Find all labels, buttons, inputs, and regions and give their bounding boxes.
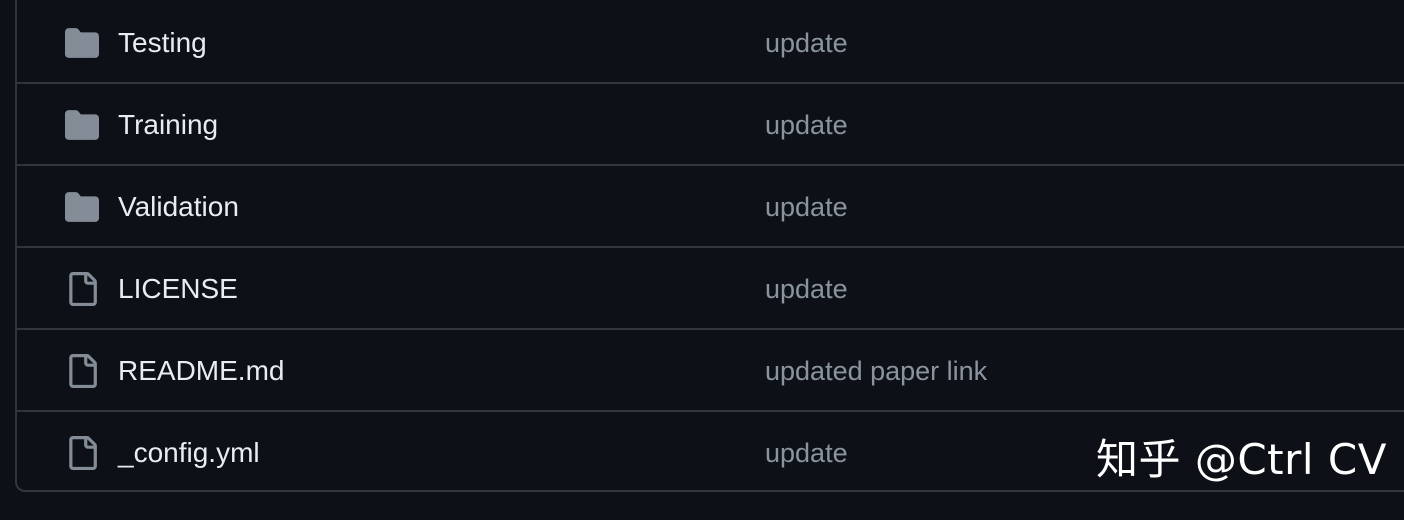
folder-icon: [65, 190, 99, 224]
file-icon: [65, 272, 99, 306]
file-name-link[interactable]: LICENSE: [118, 248, 238, 330]
file-icon: [65, 354, 99, 388]
file-row-testing[interactable]: Testing update: [17, 2, 1404, 84]
file-name-link[interactable]: Validation: [118, 166, 239, 248]
folder-icon: [65, 108, 99, 142]
file-name-link[interactable]: Testing: [118, 2, 207, 84]
commit-message-link[interactable]: update: [765, 2, 848, 84]
file-row-license[interactable]: LICENSE update: [17, 248, 1404, 330]
file-name-link[interactable]: README.md: [118, 330, 284, 412]
commit-message-link[interactable]: updated paper link: [765, 330, 987, 412]
file-name-link[interactable]: _config.yml: [118, 412, 260, 490]
watermark-text: 知乎 @Ctrl CV: [1096, 435, 1387, 484]
file-row-readme[interactable]: README.md updated paper link: [17, 330, 1404, 412]
file-name-link[interactable]: Training: [118, 84, 218, 166]
commit-message-link[interactable]: update: [765, 248, 848, 330]
commit-message-link[interactable]: update: [765, 166, 848, 248]
file-list-rows: Testing update Training update Validatio…: [17, 2, 1404, 490]
file-list-table: Testing update Training update Validatio…: [15, 0, 1404, 492]
file-icon: [65, 436, 99, 470]
commit-message-link[interactable]: update: [765, 412, 848, 490]
file-row-validation[interactable]: Validation update: [17, 166, 1404, 248]
file-row-training[interactable]: Training update: [17, 84, 1404, 166]
commit-message-link[interactable]: update: [765, 84, 848, 166]
folder-icon: [65, 26, 99, 60]
